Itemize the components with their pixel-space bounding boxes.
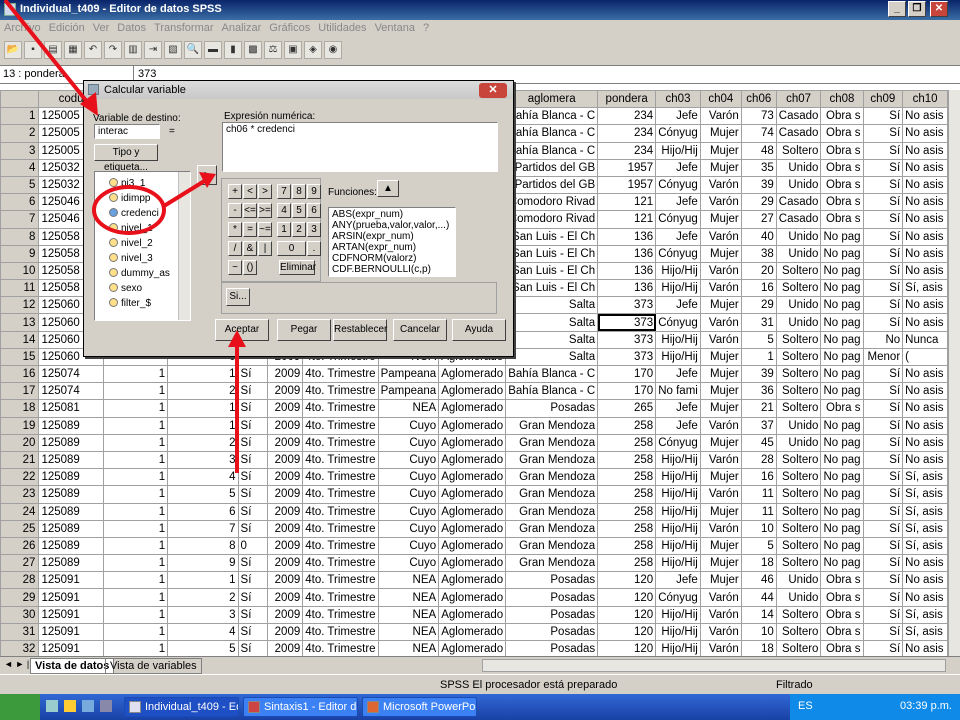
annotation-arrowhead-accept: [228, 330, 246, 347]
annotation-arrow-move: [162, 178, 208, 208]
annotation-arrowhead-move: [199, 172, 216, 188]
annotation-overlay: [3, 0, 246, 473]
annotation-circle-credenci: [92, 185, 166, 235]
annotation-arrow-target: [3, 0, 94, 110]
